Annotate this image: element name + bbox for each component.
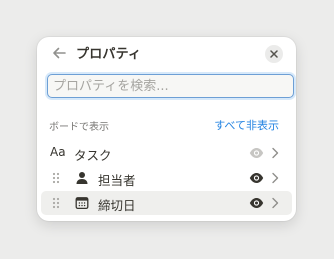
hide-all-link[interactable]: すべて非表示 xyxy=(214,117,279,133)
back-button[interactable] xyxy=(51,45,67,61)
property-label: 担当者 xyxy=(98,173,136,188)
property-row-title[interactable]: Aa タスク xyxy=(41,141,292,165)
popover-title: プロパティ xyxy=(76,47,142,62)
drag-handle-icon[interactable] xyxy=(52,172,60,184)
property-label: タスク xyxy=(74,148,112,163)
chevron-right-icon xyxy=(272,197,279,209)
properties-popover: プロパティ ボードで表示 すべて非表示 Aa タスク xyxy=(37,37,296,221)
section-label: ボードで表示 xyxy=(49,122,109,133)
eye-icon[interactable] xyxy=(249,197,264,209)
arrow-left-icon xyxy=(53,47,66,59)
title-type-icon: Aa xyxy=(50,145,66,159)
close-button[interactable] xyxy=(265,45,283,63)
calendar-icon xyxy=(75,197,89,210)
drag-handle-icon[interactable] xyxy=(52,197,60,209)
property-search-input[interactable] xyxy=(47,74,294,98)
property-label: 締切日 xyxy=(98,198,136,213)
eye-icon xyxy=(249,148,264,158)
close-icon xyxy=(270,50,278,58)
chevron-right-icon xyxy=(272,147,279,159)
property-row-due-date[interactable]: 締切日 xyxy=(41,191,292,215)
eye-icon[interactable] xyxy=(249,172,264,184)
person-icon xyxy=(76,172,88,184)
popover-header: プロパティ xyxy=(37,37,296,69)
chevron-right-icon xyxy=(272,172,279,184)
property-row-assignee[interactable]: 担当者 xyxy=(41,166,292,190)
